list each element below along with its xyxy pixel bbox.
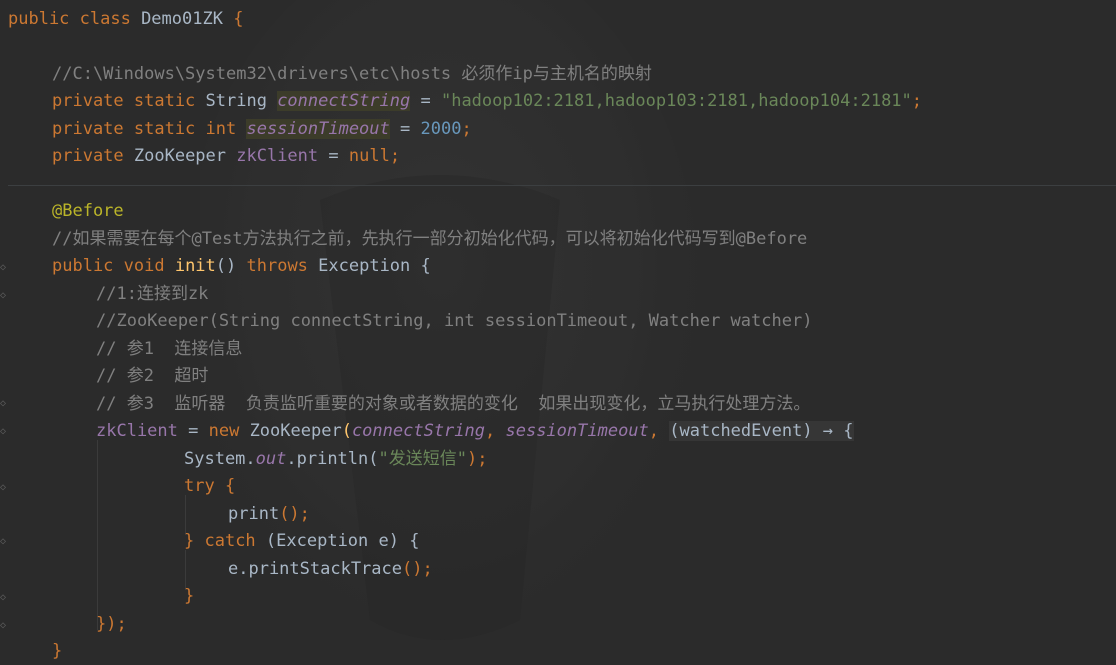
code-token: ZooKeeper — [133, 146, 237, 166]
code-line[interactable]: private ZooKeeper zkClient = null; — [52, 143, 400, 170]
code-token: e.printStackTrace — [228, 559, 402, 579]
code-token: }); — [96, 614, 127, 634]
code-token: = — [177, 421, 209, 441]
code-line[interactable]: e.printStackTrace(); — [228, 556, 433, 583]
fold-marker-icon[interactable]: ◇ — [0, 536, 8, 548]
code-token: ; — [461, 119, 472, 139]
string-literal: "hadoop102:2181,hadoop103:2181,hadoop104… — [440, 91, 912, 111]
code-line[interactable]: try { — [184, 473, 235, 500]
field-name: connectString — [277, 91, 411, 111]
code-line[interactable]: public class Demo01ZK { — [8, 6, 243, 33]
fold-marker-icon[interactable]: ◇ — [0, 620, 8, 632]
code-token: } — [184, 531, 205, 551]
code-line[interactable]: } — [184, 583, 194, 610]
lambda-expression: (watchedEvent) → { — [669, 421, 854, 441]
fold-marker-icon[interactable]: ◇ — [0, 426, 8, 438]
code-token: public class — [8, 9, 142, 29]
method-name: init — [174, 256, 216, 276]
code-comment: //ZooKeeper(String connectString, int se… — [96, 311, 813, 331]
field-name: sessionTimeout — [246, 119, 390, 139]
code-token: ); — [466, 449, 488, 469]
code-token: private static — [52, 91, 206, 111]
code-token: catch — [204, 531, 266, 551]
code-token: null — [348, 146, 390, 166]
code-comment: // 参3 监听器 负责监听重要的对象或者数据的变化 如果出现变化，立马执行处理… — [96, 394, 811, 414]
fold-marker-icon[interactable]: ◇ — [0, 290, 8, 302]
code-line[interactable]: // 参3 监听器 负责监听重要的对象或者数据的变化 如果出现变化，立马执行处理… — [96, 391, 810, 418]
field-name: connectString — [351, 421, 485, 441]
code-token: print — [228, 504, 280, 524]
code-token: () — [215, 256, 247, 276]
method-separator — [8, 185, 1116, 186]
code-line[interactable]: } — [52, 638, 62, 665]
code-token: String — [205, 91, 278, 111]
fold-marker-icon[interactable]: ◇ — [0, 398, 8, 410]
code-editor[interactable]: ◇ ◇ ◇ ◇ ◇ ◇ ◇ ◇ public class Demo01ZK { … — [0, 0, 1116, 663]
code-token: } — [184, 586, 195, 606]
code-token: throws — [246, 256, 319, 276]
code-line[interactable]: // 参2 超时 — [96, 363, 208, 390]
code-comment: // 参1 连接信息 — [96, 339, 243, 359]
code-line[interactable]: }); — [96, 611, 127, 638]
code-line[interactable]: // 参1 连接信息 — [96, 336, 242, 363]
annotation: @Before — [52, 201, 124, 221]
code-comment: // 参2 超时 — [96, 366, 209, 386]
code-line[interactable]: //1:连接到zk — [96, 281, 208, 308]
code-token: = — [318, 146, 349, 166]
field-name: zkClient — [236, 146, 319, 166]
code-token: { — [222, 9, 244, 29]
code-token: , — [485, 421, 506, 441]
fold-marker-icon[interactable]: ◇ — [0, 262, 8, 274]
code-line[interactable]: } catch (Exception e) { — [184, 528, 419, 555]
code-comment: //如果需要在每个@Test方法执行之前，先执行一部分初始化代码，可以将初始化代… — [52, 229, 808, 249]
code-token: ( — [341, 421, 352, 441]
code-token: ( — [265, 531, 277, 551]
code-token: Exception — [318, 256, 421, 276]
code-token: ; — [911, 91, 923, 111]
code-token: = — [389, 119, 421, 139]
code-line[interactable]: private static int sessionTimeout = 2000… — [52, 116, 472, 143]
code-token: , — [648, 421, 670, 441]
code-token: = — [410, 91, 441, 111]
code-token: System. — [184, 449, 256, 469]
code-comment: //1:连接到zk — [96, 284, 209, 304]
code-line[interactable]: print(); — [228, 501, 310, 528]
code-line[interactable]: zkClient = new ZooKeeper(connectString, … — [96, 418, 854, 445]
static-field: out — [255, 449, 287, 469]
code-token: { — [420, 256, 431, 276]
code-line[interactable]: System.out.println("发送短信"); — [184, 446, 487, 473]
code-token: ZooKeeper — [249, 421, 342, 441]
field-name: zkClient — [96, 421, 178, 441]
code-line[interactable]: @Before — [52, 198, 124, 225]
fold-marker-icon[interactable]: ◇ — [0, 482, 8, 494]
code-token: ; — [389, 146, 401, 166]
code-line[interactable]: private static String connectString = "h… — [52, 88, 922, 115]
code-token: try — [184, 476, 225, 496]
code-token: (); — [279, 504, 310, 524]
code-token: ) { — [388, 531, 420, 551]
code-line[interactable]: //如果需要在每个@Test方法执行之前，先执行一部分初始化代码，可以将初始化代… — [52, 226, 807, 253]
code-token: public void — [52, 256, 175, 276]
code-line[interactable]: //ZooKeeper(String connectString, int se… — [96, 308, 812, 335]
code-token: } — [52, 641, 63, 661]
number-literal: 2000 — [420, 119, 462, 139]
code-token: (); — [402, 559, 433, 579]
code-token: new — [208, 421, 250, 441]
code-token: private — [52, 146, 134, 166]
field-name: sessionTimeout — [505, 421, 649, 441]
indent-guide — [97, 440, 98, 630]
code-token: .println( — [286, 449, 379, 469]
code-token: private static int — [52, 119, 247, 139]
class-name: Demo01ZK — [141, 9, 223, 29]
string-literal: "发送短信" — [378, 449, 467, 469]
code-line[interactable]: //C:\Windows\System32\drivers\etc\hosts … — [52, 61, 652, 88]
code-line[interactable]: public void init() throws Exception { — [52, 253, 431, 280]
fold-marker-icon[interactable]: ◇ — [0, 592, 8, 604]
code-comment: //C:\Windows\System32\drivers\etc\hosts … — [52, 64, 652, 84]
code-token: { — [224, 476, 236, 496]
code-token: Exception e — [276, 531, 389, 551]
